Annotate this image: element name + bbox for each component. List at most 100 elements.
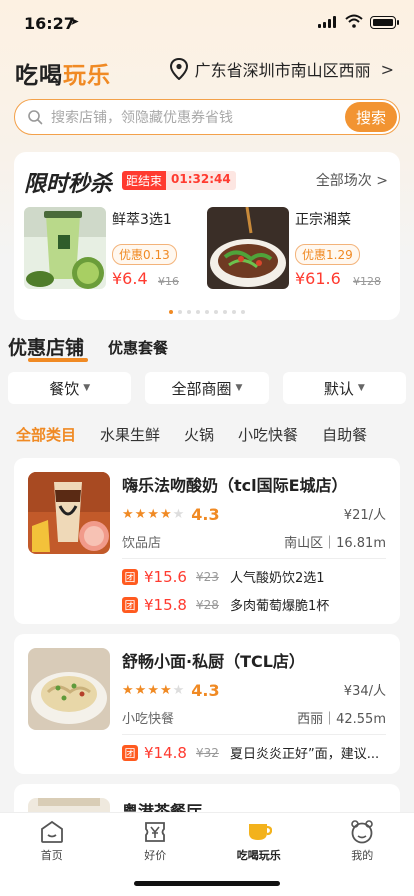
group-deal-row[interactable]: 团 ¥15.8 ¥28 多肉葡萄爆脆1杯: [122, 595, 329, 614]
cup-icon: [248, 824, 272, 840]
carousel-indicator: [14, 310, 400, 314]
tab-discount-packages[interactable]: 优惠套餐: [108, 337, 168, 360]
star-icon: ★: [122, 507, 134, 522]
flash-deal-original-price: ¥128: [353, 275, 381, 288]
rating-score: 4.3: [191, 505, 220, 524]
rating-score: 4.3: [191, 681, 220, 700]
store-card[interactable]: 嗨乐法吻酸奶（tcl国际E城店） ★ ★ ★ ★ ★ 4.3 ¥21/人 饮品店…: [14, 458, 400, 624]
caret-down-icon: ▼: [83, 383, 91, 393]
store-distance: 南山区｜16.81m: [284, 536, 386, 551]
countdown-timer: 01:32:44: [166, 171, 236, 190]
yen-coupon-icon: [145, 822, 166, 842]
average-price: ¥34/人: [343, 684, 386, 699]
store-distance: 西丽｜42.55m: [297, 712, 386, 727]
star-icon: ★: [159, 507, 172, 522]
star-icon: ★: [147, 683, 159, 698]
star-icon: ★: [134, 507, 147, 522]
store-category: 饮品店: [122, 536, 162, 551]
divider: [122, 558, 386, 559]
group-buy-badge: 团: [122, 568, 138, 585]
location-arrow-icon: ➤: [70, 15, 80, 28]
store-name: 舒畅小面·私厨（TCL店）: [122, 652, 305, 671]
section-tabs: 优惠店铺 优惠套餐: [8, 333, 168, 362]
deal-name: 人气酸奶饮2选1: [230, 571, 325, 586]
star-icon: ★: [134, 683, 147, 698]
deal-original-price: ¥28: [196, 597, 219, 612]
group-deal-row[interactable]: 团 ¥14.8 ¥32 夏日炎炎正好”面，建议...: [122, 743, 379, 762]
category-tab-buffet[interactable]: 自助餐: [322, 424, 367, 445]
category-tab-hotpot[interactable]: 火锅: [184, 424, 214, 445]
store-card[interactable]: 舒畅小面·私厨（TCL店） ★ ★ ★ ★ ★ 4.3 ¥34/人 小吃快餐 西…: [14, 634, 400, 774]
cellular-signal-icon: [318, 16, 336, 28]
average-price: ¥21/人: [343, 508, 386, 523]
deal-price: ¥15.8: [144, 595, 187, 614]
flash-deal-coupon: 优惠1.29: [295, 244, 360, 265]
flash-deal-original-price: ¥16: [158, 275, 179, 288]
category-tab-snacks[interactable]: 小吃快餐: [238, 424, 298, 445]
filter-area-dropdown[interactable]: 全部商圈 ▼: [145, 372, 269, 404]
deal-original-price: ¥32: [196, 745, 219, 760]
group-deal-row[interactable]: 团 ¥15.6 ¥23 人气酸奶饮2选1: [122, 567, 325, 586]
nav-profile[interactable]: 我的: [311, 813, 414, 896]
caret-down-icon: ▼: [235, 383, 243, 393]
nav-label: 吃喝玩乐: [236, 849, 281, 862]
category-tab-fruit[interactable]: 水果生鲜: [100, 424, 160, 445]
tab-discount-stores[interactable]: 优惠店铺: [8, 333, 89, 362]
search-bar[interactable]: 搜索店铺，领隐藏优惠券省钱 搜索: [14, 99, 400, 135]
filter-label: 默认: [323, 379, 354, 398]
deal-price: ¥14.8: [144, 743, 187, 762]
wifi-icon: [345, 14, 363, 28]
filter-category-dropdown[interactable]: 餐饮 ▼: [8, 372, 132, 404]
category-tab-all[interactable]: 全部类目: [16, 424, 76, 445]
star-icon: ★: [122, 683, 134, 698]
nav-home[interactable]: 首页: [0, 813, 104, 896]
search-input[interactable]: 搜索店铺，领隐藏优惠券省钱: [51, 107, 345, 127]
flash-sale-card: 限时秒杀 距结束 01:32:44 全部场次 > 鲜萃3选1 优惠0.13 ¥6…: [14, 152, 400, 320]
filter-bar: 餐饮 ▼ 全部商圈 ▼ 默认 ▼: [8, 372, 406, 404]
location-text: 广东省深圳市南山区西丽: [194, 61, 371, 80]
store-rating: ★ ★ ★ ★ ★ 4.3: [122, 505, 220, 524]
flash-sale-title: 限时秒杀: [24, 172, 113, 197]
status-time: 16:27: [24, 14, 75, 33]
logo-text-2: 玩乐: [63, 63, 111, 89]
flash-deal-price: ¥61.6: [295, 269, 341, 288]
group-buy-badge: 团: [122, 744, 138, 761]
filter-label: 全部商圈: [171, 379, 232, 398]
star-empty-icon: ★: [172, 683, 185, 698]
search-icon: [28, 110, 43, 125]
nav-label: 首页: [40, 849, 63, 862]
flash-deal-image: [24, 207, 106, 289]
status-bar: 16:27 ➤: [0, 0, 414, 46]
chevron-right-icon: >: [380, 59, 394, 79]
logo-text-1: 吃喝: [15, 63, 63, 89]
home-indicator: [134, 881, 280, 886]
group-buy-badge: 团: [122, 596, 138, 613]
profile-face-icon: [351, 820, 374, 844]
star-empty-icon: ★: [172, 507, 185, 522]
store-thumbnail: [28, 472, 110, 554]
deal-price: ¥15.6: [144, 567, 187, 586]
caret-down-icon: ▼: [357, 383, 365, 393]
location-selector[interactable]: 广东省深圳市南山区西丽 >: [169, 57, 394, 81]
all-sessions-link[interactable]: 全部场次 >: [316, 170, 388, 190]
flash-deal-name: 鲜萃3选1: [112, 212, 172, 228]
category-tabs: 全部类目 水果生鲜 火锅 小吃快餐 自助餐: [16, 424, 367, 445]
deal-original-price: ¥23: [196, 569, 219, 584]
flash-deal-coupon: 优惠0.13: [112, 244, 177, 265]
filter-sort-dropdown[interactable]: 默认 ▼: [282, 372, 406, 404]
home-icon: [40, 820, 63, 843]
store-thumbnail: [28, 648, 110, 730]
nav-label: 好价: [144, 849, 167, 862]
divider: [122, 734, 386, 735]
deal-name: 多肉葡萄爆脆1杯: [230, 599, 330, 614]
store-name: 嗨乐法吻酸奶（tcl国际E城店）: [122, 476, 348, 495]
search-button[interactable]: 搜索: [345, 102, 397, 132]
nav-label: 我的: [351, 849, 374, 862]
flash-deal-price: ¥6.4: [112, 269, 148, 288]
countdown: 距结束 01:32:44: [122, 171, 236, 190]
store-rating: ★ ★ ★ ★ ★ 4.3: [122, 681, 220, 700]
star-icon: ★: [147, 507, 159, 522]
countdown-label: 距结束: [122, 171, 167, 190]
flash-deal-image: [207, 207, 289, 289]
deal-name: 夏日炎炎正好”面，建议...: [230, 747, 380, 762]
